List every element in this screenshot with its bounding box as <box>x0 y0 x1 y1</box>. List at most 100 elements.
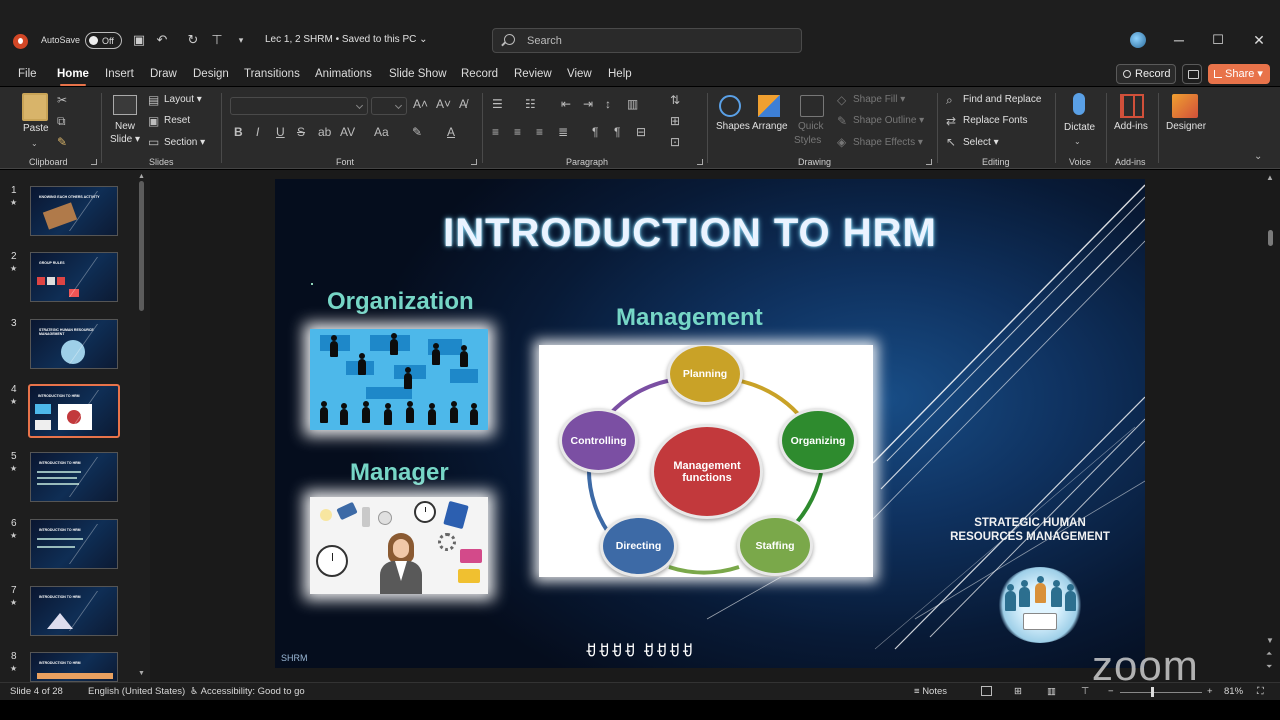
highlight-icon[interactable]: ✎ <box>412 125 422 139</box>
slide-thumbnail-5[interactable]: INTRODUCTION TO HRM <box>30 452 118 502</box>
maximize-icon[interactable]: ☐ <box>1208 30 1228 50</box>
strikethrough-icon[interactable]: S <box>297 125 305 139</box>
reading-view-icon[interactable]: ▥ <box>1047 686 1056 697</box>
strategic-hrm-image[interactable] <box>997 567 1083 643</box>
slide-thumbnail-4[interactable]: INTRODUCTION TO HRM <box>28 384 120 438</box>
scroll-down-icon[interactable]: ▼ <box>1266 636 1274 645</box>
zoom-in-icon[interactable]: + <box>1207 686 1213 697</box>
management-heading[interactable]: Management <box>616 304 763 332</box>
share-button[interactable]: Share ▾ <box>1208 64 1270 84</box>
directing-node[interactable]: Directing <box>600 515 677 577</box>
microphone-icon[interactable] <box>1073 93 1085 115</box>
align-text-vertical-icon[interactable]: ⊞ <box>670 114 680 128</box>
arrange-icon[interactable] <box>758 95 780 117</box>
accessibility-status[interactable]: ♿ Accessibility: Good to go <box>190 686 305 697</box>
tab-animations[interactable]: Animations <box>315 68 372 80</box>
organization-heading[interactable]: Organization <box>327 288 474 316</box>
increase-font-size-icon[interactable]: A˄ <box>413 97 428 111</box>
cut-icon[interactable]: ✂ <box>57 93 67 107</box>
editor-scrollbar[interactable] <box>1268 230 1273 246</box>
slide-thumbnail-7[interactable]: INTRODUCTION TO HRM <box>30 586 118 636</box>
select-button[interactable]: Select ▾ <box>963 137 999 148</box>
search-box[interactable] <box>492 28 802 53</box>
align-center-icon[interactable]: ≡ <box>514 125 521 139</box>
collapse-ribbon-icon[interactable]: ⌄ <box>1254 150 1262 164</box>
shape-outline-button[interactable]: Shape Outline ▾ <box>853 115 924 126</box>
font-size-select[interactable] <box>371 97 407 115</box>
tab-transitions[interactable]: Transitions <box>244 68 300 80</box>
present-icon[interactable]: ⊤ <box>209 32 225 48</box>
management-functions-diagram[interactable]: Planning Organizing Staffing Directing C… <box>539 345 873 577</box>
scroll-down-icon[interactable]: ▼ <box>138 670 145 677</box>
manager-heading[interactable]: Manager <box>350 459 449 487</box>
new-slide-icon[interactable] <box>113 95 137 115</box>
dictate-button[interactable]: Dictate <box>1064 122 1095 133</box>
slide-thumbnail-3[interactable]: STRATEGIC HUMAN RESOURCE MANAGEMENT <box>30 319 118 369</box>
quick-styles-label-1[interactable]: Quick <box>798 121 824 132</box>
character-spacing-icon[interactable]: AV <box>340 125 355 139</box>
increase-indent-icon[interactable]: ⇥ <box>583 97 593 111</box>
language-indicator[interactable]: English (United States) <box>88 686 185 697</box>
undo-icon[interactable]: ↶ <box>154 32 170 48</box>
columns-icon[interactable]: ▥ <box>627 97 638 111</box>
minimize-icon[interactable]: ─ <box>1169 30 1189 50</box>
align-right-icon[interactable]: ≡ <box>536 125 543 139</box>
zoom-slider[interactable] <box>1120 692 1202 693</box>
new-slide-label-2[interactable]: Slide ▾ <box>110 134 140 145</box>
thumbnails-scrollbar[interactable] <box>139 181 144 311</box>
save-icon[interactable]: ▣ <box>131 32 147 48</box>
dictate-dropdown-icon[interactable]: ⌄ <box>1074 135 1081 149</box>
tab-record[interactable]: Record <box>461 68 498 80</box>
bold-icon[interactable]: B <box>234 125 243 139</box>
slide-thumbnail-6[interactable]: INTRODUCTION TO HRM <box>30 519 118 569</box>
autosave-toggle[interactable]: Off <box>85 32 122 49</box>
ltr-icon[interactable]: ¶ <box>614 125 620 139</box>
fit-to-window-icon[interactable]: ⛶ <box>1257 686 1264 697</box>
quick-styles-icon[interactable] <box>800 95 824 117</box>
slide-show-icon[interactable]: ⊤ <box>1081 686 1089 697</box>
paste-dropdown-icon[interactable]: ⌄ <box>31 137 38 151</box>
zoom-level[interactable]: 81% <box>1224 686 1243 697</box>
organization-image[interactable] <box>310 329 488 430</box>
tab-insert[interactable]: Insert <box>105 68 134 80</box>
numbering-icon[interactable]: ☷ <box>525 97 536 111</box>
smartart-icon[interactable]: ⊡ <box>670 135 680 149</box>
bullets-icon[interactable]: ☰ <box>492 97 503 111</box>
zoom-slider-thumb[interactable] <box>1151 687 1154 697</box>
scroll-up-icon[interactable]: ▲ <box>138 173 145 180</box>
redo-icon[interactable]: ↻ <box>185 32 201 48</box>
addins-icon[interactable] <box>1120 94 1144 118</box>
tab-design[interactable]: Design <box>193 68 229 80</box>
scroll-up-icon[interactable]: ▲ <box>1266 173 1274 182</box>
designer-button[interactable]: Designer <box>1166 121 1206 132</box>
controlling-node[interactable]: Controlling <box>559 408 638 473</box>
normal-view-icon[interactable] <box>981 686 992 696</box>
comments-button[interactable] <box>1182 64 1202 84</box>
decrease-indent-icon[interactable]: ⇤ <box>561 97 571 111</box>
shapes-icon[interactable] <box>719 95 741 117</box>
rtl-icon[interactable]: ¶ <box>592 125 598 139</box>
paste-icon[interactable] <box>22 93 48 121</box>
layout-button[interactable]: Layout ▾ <box>164 94 202 105</box>
shape-fill-button[interactable]: Shape Fill ▾ <box>853 94 905 105</box>
find-replace-button[interactable]: Find and Replace <box>963 94 1041 105</box>
paragraph-launcher-icon[interactable] <box>697 159 703 165</box>
align-left-icon[interactable]: ≡ <box>492 125 499 139</box>
zoom-out-icon[interactable]: − <box>1108 686 1114 697</box>
underline-icon[interactable]: U <box>276 125 285 139</box>
slide-thumbnail-1[interactable]: KNOWING EACH OTHERS ACTIVITY <box>30 186 118 236</box>
previous-slide-icon[interactable]: ⏶ <box>1266 649 1272 659</box>
font-color-icon[interactable]: A <box>447 125 455 139</box>
arrange-button[interactable]: Arrange <box>752 121 788 132</box>
manager-image[interactable] <box>310 497 488 594</box>
record-button[interactable]: Record <box>1116 64 1176 84</box>
slide-canvas[interactable]: INTRODUCTION TO HRM Organization Managem… <box>275 179 1145 668</box>
next-slide-icon[interactable]: ⏷ <box>1266 662 1272 672</box>
tab-help[interactable]: Help <box>608 68 632 80</box>
line-spacing-icon[interactable]: ↕ <box>605 97 611 111</box>
font-launcher-icon[interactable] <box>471 159 477 165</box>
tab-draw[interactable]: Draw <box>150 68 177 80</box>
tab-review[interactable]: Review <box>514 68 552 80</box>
italic-icon[interactable]: I <box>256 125 259 139</box>
clear-formatting-icon[interactable]: A̸ <box>459 97 467 111</box>
